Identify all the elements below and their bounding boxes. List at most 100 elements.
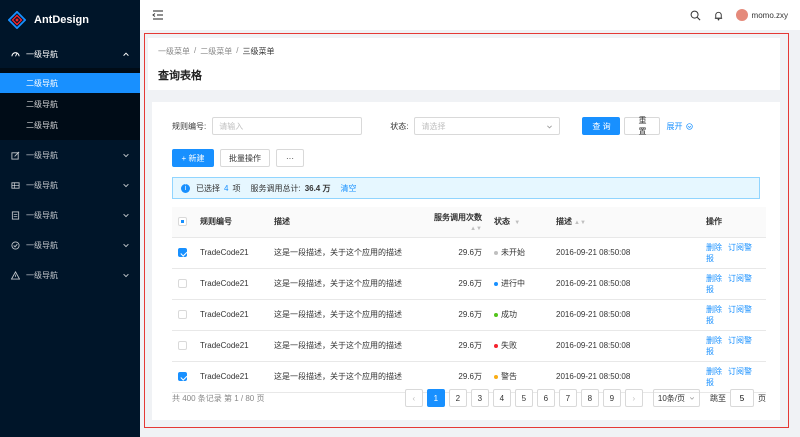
row-select-cell[interactable] xyxy=(172,330,194,362)
row-checkbox[interactable] xyxy=(178,310,187,320)
bell-icon[interactable] xyxy=(713,10,724,21)
ant-design-logo-icon xyxy=(8,11,26,29)
sidebar-menu-3[interactable]: 一级导航 xyxy=(0,200,140,230)
reset-button[interactable]: 重 置 xyxy=(624,116,661,136)
sidebar-menu-5[interactable]: 一级导航 xyxy=(0,260,140,290)
header-actions: momo.zxy xyxy=(690,9,788,21)
page-header: 一级菜单 / 二级菜单 / 三级菜单 查询表格 xyxy=(148,38,780,90)
row-checkbox[interactable] xyxy=(178,372,187,382)
query-button[interactable]: 查 询 xyxy=(582,117,621,135)
alert-unit: 项 xyxy=(232,183,241,193)
page-size-select[interactable]: 10条/页 xyxy=(652,389,700,407)
sidebar-menu-5-label: 一级导航 xyxy=(26,270,58,280)
delete-link[interactable]: 删除 xyxy=(706,305,722,314)
query-card: 规则编号: 状态: 请选择 查 询 重 置 展开 + 新建 批量操作 ··· i… xyxy=(152,102,780,420)
row-calls: 29.6万 xyxy=(418,268,488,300)
row-select-cell[interactable] xyxy=(172,268,194,300)
app-logo[interactable]: AntDesign xyxy=(0,0,140,40)
table-header-row: 规则编号 描述 服务调用次数▲▼ 状态 ▼ 描述 ▲▼ 操作 xyxy=(172,207,766,238)
page-button-2[interactable]: 2 xyxy=(448,389,467,407)
next-page-button[interactable]: › xyxy=(624,389,643,407)
warning-icon xyxy=(10,270,20,280)
table-toolbar: + 新建 批量操作 ··· xyxy=(172,149,760,167)
row-select-cell[interactable] xyxy=(172,237,194,269)
filter-icon: ▼ xyxy=(514,220,521,227)
sidebar-menu-2[interactable]: 一级导航 xyxy=(0,170,140,200)
sidebar-submenu: 二级导航 二级导航 二级导航 xyxy=(0,68,140,140)
prev-page-button[interactable]: ‹ xyxy=(404,389,423,407)
page-button-3[interactable]: 3 xyxy=(470,389,489,407)
page-button-5[interactable]: 5 xyxy=(514,389,533,407)
col-time[interactable]: 描述 ▲▼ xyxy=(550,207,700,238)
sidebar-menu-2-label: 一级导航 xyxy=(26,180,58,190)
select-all-cell[interactable] xyxy=(172,207,194,238)
username: momo.zxy xyxy=(751,10,788,20)
page-button-7[interactable]: 7 xyxy=(558,389,577,407)
breadcrumb: 一级菜单 / 二级菜单 / 三级菜单 xyxy=(158,46,275,57)
clear-link[interactable]: 清空 xyxy=(340,183,356,194)
delete-link[interactable]: 删除 xyxy=(706,336,722,345)
menu-fold-icon[interactable] xyxy=(152,10,164,20)
row-desc: 这是一段描述，关于这个应用的描述 xyxy=(268,268,418,300)
jump-input[interactable] xyxy=(730,389,754,407)
pagination: ‹ 123456789 › 10条/页 跳至 页 xyxy=(404,389,766,407)
rule-label: 规则编号: xyxy=(172,121,207,131)
delete-link[interactable]: 删除 xyxy=(706,367,722,376)
sidebar-menu-1[interactable]: 一级导航 xyxy=(0,140,140,170)
sidebar-subitem-2[interactable]: 二级导航 xyxy=(0,94,140,114)
row-time: 2016-09-21 08:50:08 xyxy=(550,237,700,269)
page-button-4[interactable]: 4 xyxy=(492,389,511,407)
breadcrumb-item-2[interactable]: 二级菜单 xyxy=(200,46,232,57)
col-calls[interactable]: 服务调用次数 ▲▼ xyxy=(418,207,488,238)
col-status[interactable]: 状态 ▼ xyxy=(488,207,550,238)
page-button-6[interactable]: 6 xyxy=(536,389,555,407)
chevron-down-icon xyxy=(123,213,129,218)
alert-prefix: 已选择 xyxy=(196,183,220,193)
user-menu[interactable]: momo.zxy xyxy=(735,9,788,21)
top-header: momo.zxy xyxy=(140,0,800,30)
sidebar-menu-open[interactable]: 一级导航 xyxy=(0,40,140,68)
select-all-checkbox[interactable] xyxy=(178,217,187,227)
avatar xyxy=(735,9,748,21)
row-checkbox[interactable] xyxy=(178,279,187,289)
row-ops: 删除 订阅警报 xyxy=(700,330,766,362)
sidebar-subitem-1[interactable]: 二级导航 xyxy=(0,73,140,93)
sidebar: AntDesign 一级导航 二级导航 二级导航 二级导航 一级导航 一级导航 xyxy=(0,0,140,437)
status-dot xyxy=(494,343,498,348)
more-button[interactable]: ··· xyxy=(276,149,304,167)
row-calls: 29.6万 xyxy=(418,299,488,331)
row-checkbox[interactable] xyxy=(178,341,187,351)
rule-number-input[interactable] xyxy=(212,117,363,135)
page-button-9[interactable]: 9 xyxy=(602,389,621,407)
row-ops: 删除 订阅警报 xyxy=(700,237,766,269)
row-ops: 删除 订阅警报 xyxy=(700,268,766,300)
row-checkbox[interactable] xyxy=(178,248,187,258)
chevron-down-circle-icon[interactable] xyxy=(686,122,694,130)
sidebar-subitem-3[interactable]: 二级导航 xyxy=(0,115,140,135)
table-body: TradeCode21 这是一段描述，关于这个应用的描述 29.6万 未开始 2016-… xyxy=(172,237,766,393)
expand-link[interactable]: 展开 xyxy=(666,121,682,132)
search-icon[interactable] xyxy=(690,10,701,21)
profile-icon xyxy=(10,210,20,220)
page-button-8[interactable]: 8 xyxy=(580,389,599,407)
jump-label: 跳至 xyxy=(710,393,726,403)
alert-count: 4 xyxy=(224,183,229,193)
row-status: 未开始 xyxy=(488,237,550,269)
row-select-cell[interactable] xyxy=(172,299,194,331)
alert-total-label: 服务调用总计: xyxy=(250,183,301,193)
delete-link[interactable]: 删除 xyxy=(706,243,722,252)
chevron-down-icon xyxy=(123,243,129,248)
table-icon xyxy=(10,180,20,190)
data-table: 规则编号 描述 服务调用次数▲▼ 状态 ▼ 描述 ▲▼ 操作 TradeCode2… xyxy=(172,207,766,393)
delete-link[interactable]: 删除 xyxy=(706,274,722,283)
table-row: TradeCode21 这是一段描述，关于这个应用的描述 29.6万 未开始 2016-… xyxy=(172,237,766,269)
sidebar-menu-4[interactable]: 一级导航 xyxy=(0,230,140,260)
selection-alert: i 已选择 4 项 服务调用总计: 36.4 万 清空 xyxy=(172,177,760,199)
page-button-1[interactable]: 1 xyxy=(426,389,445,407)
status-select[interactable]: 请选择 xyxy=(414,117,561,135)
breadcrumb-item-1[interactable]: 一级菜单 xyxy=(158,46,190,57)
page-title: 查询表格 xyxy=(158,70,202,82)
new-button[interactable]: + 新建 xyxy=(172,149,214,167)
batch-operation-button[interactable]: 批量操作 xyxy=(220,149,270,167)
chevron-down-icon xyxy=(689,397,695,400)
